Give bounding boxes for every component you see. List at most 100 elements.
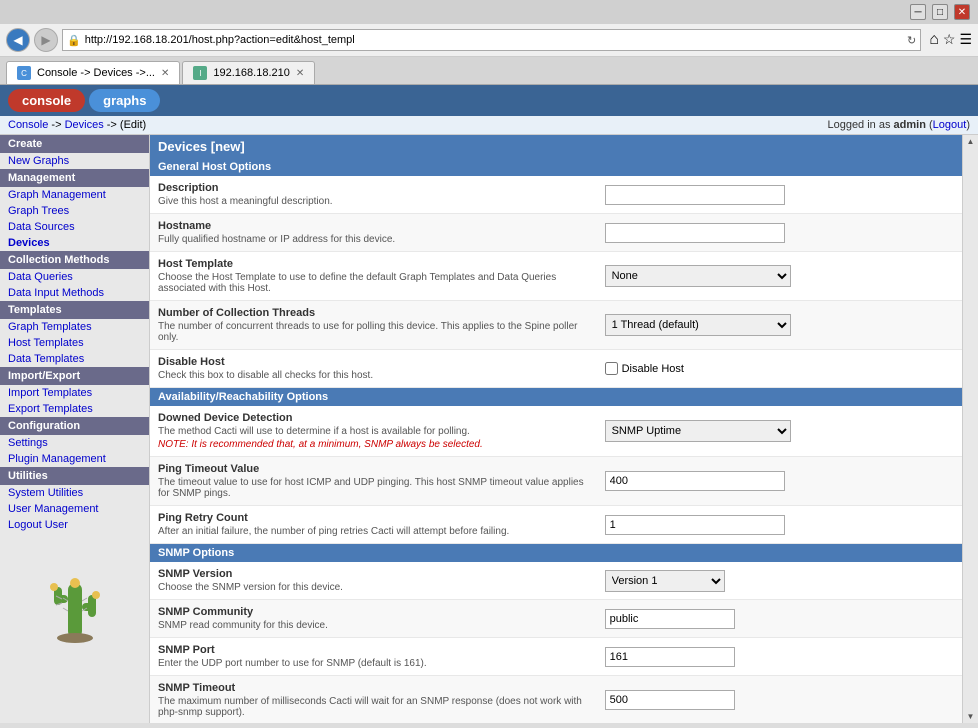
label-host-template: Host Template: [158, 258, 589, 270]
maximize-button[interactable]: □: [932, 4, 948, 20]
label-snmp-community: SNMP Community: [158, 606, 589, 618]
content-area: Devices [new] General Host Options Descr…: [150, 135, 962, 723]
desc-hostname: Fully qualified hostname or IP address f…: [158, 234, 589, 245]
desc-snmp-community: SNMP read community for this device.: [158, 620, 589, 631]
minimize-button[interactable]: ─: [910, 4, 926, 20]
select-snmp-version[interactable]: Version 1 Version 2 Version 3: [605, 570, 725, 592]
page-title: Devices [new]: [150, 135, 962, 158]
sidebar-header-create: Create: [0, 135, 149, 153]
desc-snmp-port: Enter the UDP port number to use for SNM…: [158, 658, 589, 669]
sidebar-item-export-templates[interactable]: Export Templates: [0, 401, 149, 417]
breadcrumb-devices[interactable]: Devices: [65, 119, 104, 131]
select-collection-threads[interactable]: 1 Thread (default) 2 Threads 4 Threads: [605, 314, 791, 336]
label-description: Description: [158, 182, 589, 194]
tab-console-devices[interactable]: C Console -> Devices ->... ✕: [6, 61, 180, 84]
label-snmp-port: SNMP Port: [158, 644, 589, 656]
scrollbar[interactable]: ▲ ▼: [962, 135, 978, 723]
sidebar-item-data-sources[interactable]: Data Sources: [0, 219, 149, 235]
select-downed-detection[interactable]: SNMP Uptime ICMP None: [605, 420, 791, 442]
tab-bar: C Console -> Devices ->... ✕ I 192.168.1…: [0, 57, 978, 84]
label-snmp-timeout: SNMP Timeout: [158, 682, 589, 694]
logout-link[interactable]: Logout: [933, 119, 967, 131]
url-input[interactable]: [85, 34, 903, 46]
row-downed-detection: Downed Device Detection The method Cacti…: [150, 406, 962, 457]
tab-close-0[interactable]: ✕: [161, 68, 169, 79]
desc-ping-retry: After an initial failure, the number of …: [158, 526, 589, 537]
menu-icon[interactable]: ☰: [959, 31, 972, 49]
desc-snmp-timeout: The maximum number of milliseconds Cacti…: [158, 696, 589, 718]
sidebar-item-data-queries[interactable]: Data Queries: [0, 269, 149, 285]
desc-collection-threads: The number of concurrent threads to use …: [158, 321, 589, 343]
sidebar-item-user-management[interactable]: User Management: [0, 501, 149, 517]
sidebar-header-management: Management: [0, 169, 149, 187]
sidebar-item-import-templates[interactable]: Import Templates: [0, 385, 149, 401]
sidebar-item-plugin-management[interactable]: Plugin Management: [0, 451, 149, 467]
close-button[interactable]: ✕: [954, 4, 970, 20]
desc-description: Give this host a meaningful description.: [158, 196, 589, 207]
sidebar-header-collection: Collection Methods: [0, 251, 149, 269]
sidebar-item-data-templates[interactable]: Data Templates: [0, 351, 149, 367]
sidebar-header-utilities: Utilities: [0, 467, 149, 485]
desc-snmp-version: Choose the SNMP version for this device.: [158, 582, 589, 593]
tab-close-1[interactable]: ✕: [296, 68, 304, 79]
row-snmp-timeout: SNMP Timeout The maximum number of milli…: [150, 676, 962, 724]
label-hostname: Hostname: [158, 220, 589, 232]
desc-disable-host: Check this box to disable all checks for…: [158, 370, 589, 381]
sidebar-item-settings[interactable]: Settings: [0, 435, 149, 451]
console-nav[interactable]: console: [8, 89, 85, 112]
input-ping-timeout[interactable]: [605, 471, 785, 491]
tab-icon-1: I: [193, 66, 207, 80]
sidebar-item-logout-user[interactable]: Logout User: [0, 517, 149, 533]
sidebar-item-data-input-methods[interactable]: Data Input Methods: [0, 285, 149, 301]
label-ping-timeout: Ping Timeout Value: [158, 463, 589, 475]
input-description[interactable]: [605, 185, 785, 205]
home-icon[interactable]: ⌂: [929, 31, 939, 49]
row-ping-timeout: Ping Timeout Value The timeout value to …: [150, 457, 962, 506]
sidebar-header-templates: Templates: [0, 301, 149, 319]
sidebar-item-devices[interactable]: Devices: [0, 235, 149, 251]
label-downed-detection: Downed Device Detection: [158, 412, 589, 424]
checkbox-disable-host[interactable]: [605, 362, 618, 375]
section-header-availability: Availability/Reachability Options: [150, 388, 962, 406]
row-collection-threads: Number of Collection Threads The number …: [150, 301, 962, 350]
top-nav: console graphs: [0, 85, 978, 116]
sidebar-item-graph-templates[interactable]: Graph Templates: [0, 319, 149, 335]
input-snmp-community[interactable]: [605, 609, 735, 629]
graphs-nav[interactable]: graphs: [89, 89, 160, 112]
address-bar[interactable]: 🔒 ↻: [62, 29, 921, 51]
row-snmp-community: SNMP Community SNMP read community for t…: [150, 600, 962, 638]
row-host-template: Host Template Choose the Host Template t…: [150, 252, 962, 301]
input-ping-retry[interactable]: [605, 515, 785, 535]
row-ping-retry: Ping Retry Count After an initial failur…: [150, 506, 962, 544]
label-disable-host: Disable Host: [158, 356, 589, 368]
snmp-options-table: SNMP Version Choose the SNMP version for…: [150, 562, 962, 723]
sidebar-header-configuration: Configuration: [0, 417, 149, 435]
tab-label-0: Console -> Devices ->...: [37, 67, 155, 79]
section-header-snmp: SNMP Options: [150, 544, 962, 562]
sidebar-item-host-templates[interactable]: Host Templates: [0, 335, 149, 351]
refresh-icon[interactable]: ↻: [907, 34, 916, 47]
availability-options-table: Downed Device Detection The method Cacti…: [150, 406, 962, 544]
breadcrumb-console[interactable]: Console: [8, 119, 48, 131]
row-disable-host: Disable Host Check this box to disable a…: [150, 350, 962, 388]
star-icon[interactable]: ☆: [943, 31, 956, 49]
cactus-logo: [0, 543, 149, 656]
input-hostname[interactable]: [605, 223, 785, 243]
back-button[interactable]: ◀: [6, 28, 30, 52]
input-snmp-timeout[interactable]: [605, 690, 735, 710]
sidebar-item-graph-management[interactable]: Graph Management: [0, 187, 149, 203]
sidebar-item-new-graphs[interactable]: New Graphs: [0, 153, 149, 169]
sidebar-item-graph-trees[interactable]: Graph Trees: [0, 203, 149, 219]
sidebar-item-system-utilities[interactable]: System Utilities: [0, 485, 149, 501]
input-snmp-port[interactable]: [605, 647, 735, 667]
sidebar: Create New Graphs Management Graph Manag…: [0, 135, 150, 723]
label-snmp-version: SNMP Version: [158, 568, 589, 580]
breadcrumb-path: Console -> Devices -> (Edit): [8, 119, 146, 131]
tab-icon-0: C: [17, 66, 31, 80]
scroll-down[interactable]: ▼: [965, 710, 977, 723]
forward-button[interactable]: ▶: [34, 28, 58, 52]
scroll-up[interactable]: ▲: [965, 135, 977, 148]
breadcrumb: Console -> Devices -> (Edit) Logged in a…: [0, 116, 978, 135]
tab-ip[interactable]: I 192.168.18.210 ✕: [182, 61, 315, 84]
select-host-template[interactable]: None: [605, 265, 791, 287]
